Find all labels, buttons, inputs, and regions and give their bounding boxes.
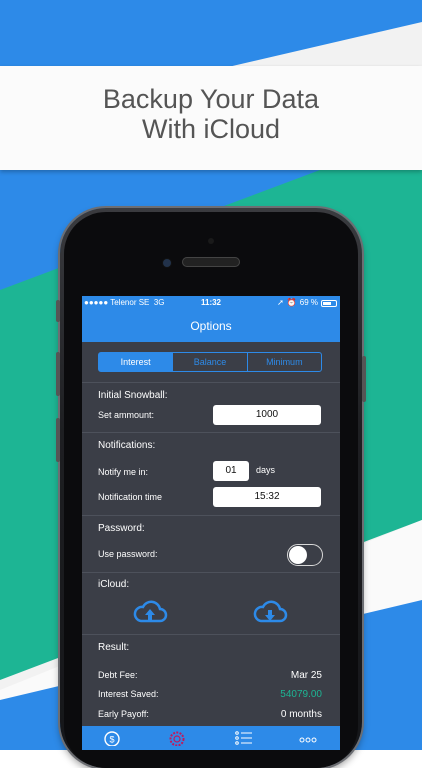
proximity-sensor — [208, 238, 214, 244]
cloud-download-icon[interactable] — [252, 598, 288, 626]
debt-fee-value: Mar 25 — [290, 670, 322, 681]
set-amount-label: Set ammount: — [98, 410, 155, 420]
svg-text:$: $ — [109, 735, 114, 745]
alarm-icon: ⏰ — [286, 298, 297, 307]
headline-line-1: Backup Your Data — [102, 84, 320, 114]
password-toggle[interactable] — [287, 544, 323, 566]
tab-bar: $ — [82, 726, 340, 750]
volume-up-button — [56, 352, 60, 396]
early-payoff-label: Early Payoff: — [98, 709, 149, 719]
divider — [82, 432, 340, 433]
section-icloud: iCloud: — [98, 579, 130, 590]
battery-percent: 69 % — [299, 298, 318, 307]
gear-icon[interactable] — [167, 730, 187, 746]
battery-icon — [321, 299, 337, 307]
debt-fee-label: Debt Fee: — [98, 670, 138, 680]
divider — [82, 572, 340, 573]
interest-saved-value: 54079.00 — [280, 689, 322, 700]
section-notifications: Notifications: — [98, 440, 156, 451]
segmented-control: Interest Balance Minimum — [98, 352, 322, 372]
section-initial-snowball: Initial Snowball: — [98, 390, 168, 401]
divider — [82, 515, 340, 516]
segment-interest[interactable]: Interest — [99, 353, 174, 371]
mute-switch — [56, 300, 60, 322]
list-icon[interactable] — [234, 730, 254, 746]
notification-time-input[interactable]: 15:32 — [213, 487, 321, 507]
location-icon: ➚ — [277, 298, 284, 307]
front-camera — [163, 259, 171, 267]
power-button — [362, 356, 366, 402]
segment-minimum[interactable]: Minimum — [248, 353, 321, 371]
divider — [82, 382, 340, 383]
early-payoff-value: 0 months — [280, 709, 322, 720]
section-password: Password: — [98, 523, 145, 534]
volume-down-button — [56, 418, 60, 462]
earpiece-speaker — [182, 257, 240, 267]
amount-input[interactable]: 1000 — [213, 405, 321, 425]
toggle-knob — [289, 546, 307, 564]
app-screen: ●●●●● Telenor SE 3G 11:32 ➚ ⏰ 69 % Optio… — [82, 296, 340, 750]
segment-balance[interactable]: Balance — [173, 353, 248, 371]
cloud-upload-icon[interactable] — [132, 598, 168, 626]
headline-line-2: With iCloud — [141, 114, 281, 144]
section-result: Result: — [98, 642, 130, 653]
headline: Backup Your Data With iCloud — [0, 84, 422, 144]
more-icon[interactable] — [298, 730, 318, 746]
interest-saved-label: Interest Saved: — [98, 689, 159, 699]
notify-days-input[interactable]: 01 — [213, 461, 249, 481]
use-password-label: Use password: — [98, 549, 158, 559]
status-bar: ●●●●● Telenor SE 3G 11:32 ➚ ⏰ 69 % — [82, 296, 340, 310]
divider — [82, 634, 340, 635]
status-right: ➚ ⏰ 69 % — [277, 296, 337, 310]
notify-label: Notify me in: — [98, 467, 149, 477]
dollar-coin-icon[interactable]: $ — [102, 730, 122, 746]
nav-title: Options — [82, 310, 340, 342]
notification-time-label: Notification time — [98, 492, 163, 502]
days-label: days — [256, 465, 276, 475]
